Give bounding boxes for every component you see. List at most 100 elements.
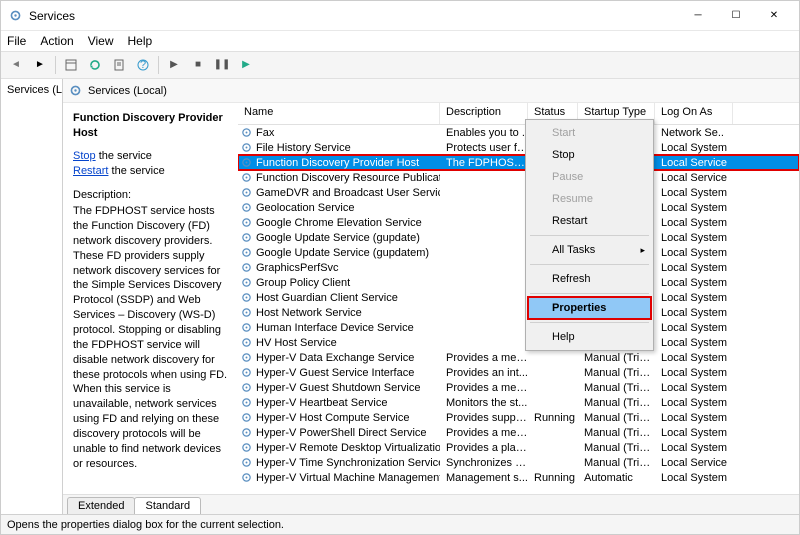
service-row[interactable]: File History ServiceProtects user fil...… [238,140,799,155]
stop-link[interactable]: Stop [73,150,96,162]
service-row[interactable]: HV Host ServiceManual (Trigg...Local Sys… [238,335,799,350]
cm-help[interactable]: Help [528,326,651,348]
service-row[interactable]: Hyper-V Host Compute ServiceProvides sup… [238,410,799,425]
service-logon: Local System [655,307,733,319]
back-button[interactable]: ◄ [5,54,27,76]
service-logon: Local System [655,412,733,424]
service-row[interactable]: Hyper-V Guest Service Interface Provides … [238,365,799,380]
gear-icon [240,456,253,469]
statusbar-text: Opens the properties dialog box for the … [7,519,284,531]
service-desc: Provides a mec... [440,382,528,394]
service-row[interactable]: Hyper-V Virtual Machine ManagementManage… [238,470,799,485]
toolbar: ◄ ► ? ▶ ■ ❚❚ ▶ [1,51,799,79]
restart-svc-button[interactable]: ▶ [235,54,257,76]
service-name: Hyper-V Guest Service Interface [256,367,414,379]
separator [55,56,56,74]
context-menu: Start Stop Pause Resume Restart All Task… [525,119,654,351]
service-row[interactable]: Hyper-V Data Exchange ServiceProvides a … [238,350,799,365]
refresh-exp-button[interactable] [84,54,106,76]
service-name: Hyper-V Virtual Machine Management [256,472,440,484]
gear-icon [240,426,253,439]
gear-icon [240,201,253,214]
menu-file[interactable]: File [7,34,26,48]
tree-root[interactable]: Services (Local [3,83,60,96]
cm-pause[interactable]: Pause [528,166,651,188]
service-row[interactable]: Host Guardian Client ServiceManual (Trig… [238,290,799,305]
cm-all-tasks[interactable]: All Tasks▸ [528,239,651,261]
service-row[interactable]: GraphicsPerfSvcManual (Trigg...Local Sys… [238,260,799,275]
cm-start[interactable]: Start [528,122,651,144]
help-button[interactable]: ? [132,54,154,76]
separator [158,56,159,74]
close-button[interactable]: ✕ [755,1,793,31]
cm-stop[interactable]: Stop [528,144,651,166]
cm-resume[interactable]: Resume [528,188,651,210]
service-logon: Local System [655,322,733,334]
service-row[interactable]: Google Update Service (gupdatem)ManualLo… [238,245,799,260]
tree-root-label: Services (Local [7,84,63,96]
service-row[interactable]: GameDVR and Broadcast User Service_16f6.… [238,185,799,200]
service-row[interactable]: Hyper-V Remote Desktop Virtualization Se… [238,440,799,455]
service-name: Hyper-V Host Compute Service [256,412,409,424]
left-tree-pane[interactable]: Services (Local [1,79,63,514]
service-logon: Network Se.. [655,127,733,139]
gear-icon [240,171,253,184]
cm-refresh[interactable]: Refresh [528,268,651,290]
tab-extended[interactable]: Extended [67,497,135,514]
col-description[interactable]: Description [440,103,528,124]
service-name: HV Host Service [256,337,337,349]
service-row[interactable]: Geolocation ServiceManual (Trigg...Local… [238,200,799,215]
description-label: Description: [73,188,228,203]
service-name: Hyper-V Remote Desktop Virtualization Se… [256,442,440,454]
service-name: Function Discovery Provider Host [256,157,419,169]
service-logon: Local Service [655,457,733,469]
cm-properties[interactable]: Properties [528,297,651,319]
restart-link[interactable]: Restart [73,165,108,177]
cm-separator [530,322,649,323]
service-startup: Automatic [578,472,655,484]
service-row[interactable]: Google Chrome Elevation ServiceManualLoc… [238,215,799,230]
minimize-button[interactable]: ─ [679,1,717,31]
services-app-icon [7,8,23,24]
window-controls: ─ ☐ ✕ [679,1,793,31]
service-row[interactable]: Hyper-V Time Synchronization ServiceSync… [238,455,799,470]
col-log-on-as[interactable]: Log On As [655,103,733,124]
service-logon: Local System [655,382,733,394]
service-logon: Local System [655,352,733,364]
gear-icon [240,216,253,229]
service-desc: Provides an int... [440,367,528,379]
service-row[interactable]: Group Policy ClientAutomatic (Tri...Loca… [238,275,799,290]
forward-button[interactable]: ► [29,54,51,76]
service-row[interactable]: Google Update Service (gupdate)Automatic… [238,230,799,245]
stop-svc-button[interactable]: ■ [187,54,209,76]
service-row[interactable]: Function Discovery Provider HostThe FDPH… [238,155,799,170]
menubar: File Action View Help [1,31,799,51]
gear-icon [240,351,253,364]
menu-help[interactable]: Help [128,34,153,48]
service-rows: FaxEnables you to ..ManualNetwork Se..Fi… [238,125,799,494]
start-svc-button[interactable]: ▶ [163,54,185,76]
maximize-button[interactable]: ☐ [717,1,755,31]
service-row[interactable]: Hyper-V Heartbeat ServiceMonitors the st… [238,395,799,410]
service-row[interactable]: Function Discovery Resource PublicationM… [238,170,799,185]
service-status: Running [528,412,578,424]
service-row[interactable]: Human Interface Device ServicengManual (… [238,320,799,335]
show-hide-button[interactable] [60,54,82,76]
description-text: The FDPHOST service hosts the Function D… [73,204,228,471]
menu-action[interactable]: Action [40,34,73,48]
service-logon: Local System [655,277,733,289]
service-startup: Manual (Trigg... [578,457,655,469]
cm-restart[interactable]: Restart [528,210,651,232]
export-button[interactable] [108,54,130,76]
service-row[interactable]: Host Network ServicengManual (Trigg...Lo… [238,305,799,320]
service-row[interactable]: Hyper-V PowerShell Direct ServiceProvide… [238,425,799,440]
menu-view[interactable]: View [88,34,114,48]
col-name[interactable]: Name [238,103,440,124]
tab-standard[interactable]: Standard [134,497,201,514]
service-row[interactable]: FaxEnables you to ..ManualNetwork Se.. [238,125,799,140]
pause-svc-button[interactable]: ❚❚ [211,54,233,76]
gear-icon [240,441,253,454]
service-row[interactable]: Hyper-V Guest Shutdown ServiceProvides a… [238,380,799,395]
service-name: GraphicsPerfSvc [256,262,339,274]
cm-separator [530,293,649,294]
